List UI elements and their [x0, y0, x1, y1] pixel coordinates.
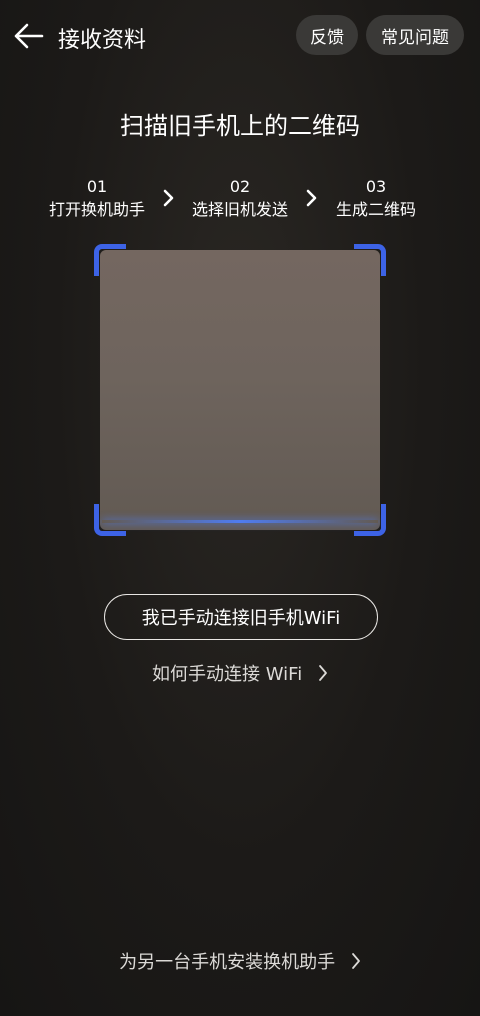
page-title: 接收资料	[58, 28, 147, 53]
step-label: 生成二维码	[335, 200, 416, 219]
install-helper-link[interactable]: 为另一台手机安装换机助手	[0, 948, 480, 974]
step-number: 01	[86, 177, 108, 196]
back-button[interactable]	[10, 17, 48, 55]
faq-button[interactable]: 常见问题	[366, 15, 464, 55]
step-number: 03	[365, 177, 387, 196]
manual-wifi-connected-button[interactable]: 我已手动连接旧手机WiFi	[104, 594, 378, 640]
chevron-right-icon	[351, 953, 360, 969]
scanner-corner-top-right	[354, 244, 386, 276]
scanner-corner-bottom-right	[354, 504, 386, 536]
howto-wifi-link[interactable]: 如何手动连接 WiFi	[0, 660, 480, 686]
step-label: 打开换机助手	[48, 200, 145, 219]
feedback-button[interactable]: 反馈	[296, 15, 358, 55]
scan-line	[102, 520, 378, 523]
chevron-right-icon	[306, 189, 317, 207]
install-helper-label: 为另一台手机安装换机助手	[119, 952, 336, 973]
top-bar: 接收资料 反馈 常见问题	[0, 0, 480, 70]
qr-scanner[interactable]	[94, 244, 386, 536]
step-2: 02 选择旧机发送	[180, 176, 300, 222]
step-1: 01 打开换机助手	[40, 176, 154, 222]
scanner-corner-bottom-left	[94, 504, 126, 536]
howto-wifi-label: 如何手动连接 WiFi	[152, 664, 303, 685]
step-3: 03 生成二维码	[323, 176, 429, 222]
chevron-right-icon	[319, 665, 327, 681]
arrow-left-icon	[14, 23, 44, 49]
step-number: 02	[229, 177, 251, 196]
scanner-corner-top-left	[94, 244, 126, 276]
chevron-right-icon	[163, 189, 174, 207]
camera-preview	[100, 250, 380, 530]
scan-heading: 扫描旧手机上的二维码	[120, 112, 360, 140]
step-label: 选择旧机发送	[191, 200, 288, 219]
